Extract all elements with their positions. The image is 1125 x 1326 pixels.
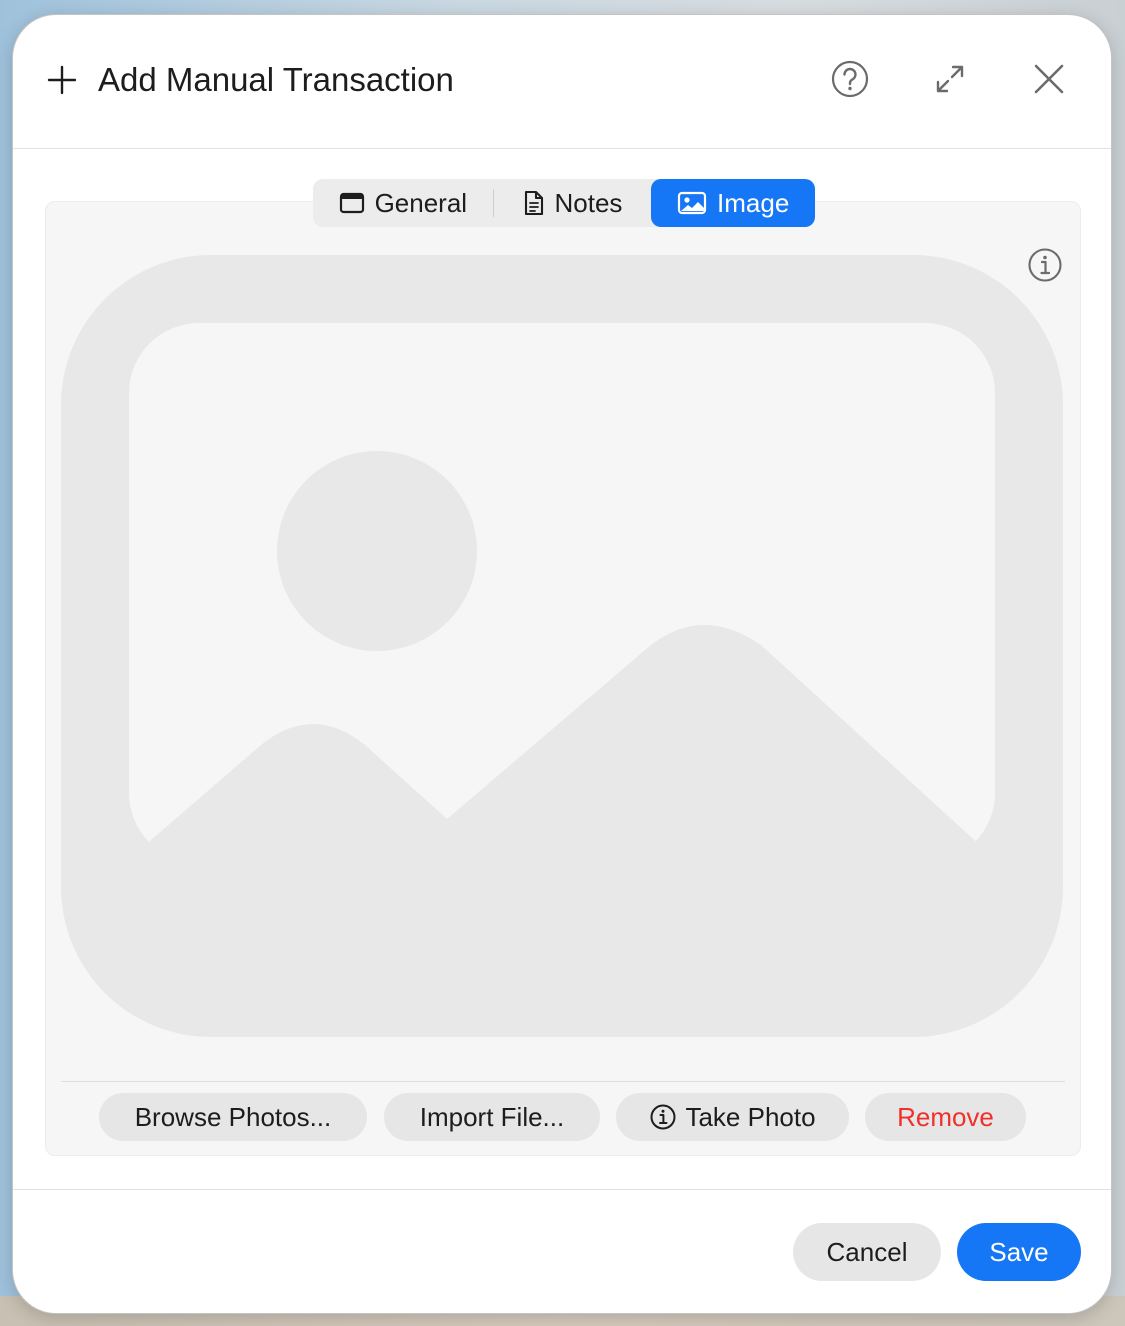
save-button[interactable]: Save [957,1223,1081,1281]
tab-image[interactable]: Image [651,179,815,227]
dialog-header: Add Manual Transaction [13,15,1111,149]
document-icon [523,190,545,216]
browse-photos-label: Browse Photos... [134,1101,332,1132]
expand-button[interactable] [928,59,972,103]
import-file-label: Import File... [419,1101,565,1132]
tab-notes-label: Notes [554,187,623,218]
info-circle-icon [649,1103,677,1131]
take-photo-button[interactable]: Take Photo [616,1093,849,1141]
browse-photos-button[interactable]: Browse Photos... [99,1093,367,1141]
image-placeholder-icon [61,255,1063,1037]
question-circle-icon [830,59,870,104]
tab-general[interactable]: General [313,179,493,227]
save-label: Save [989,1236,1049,1267]
cancel-label: Cancel [826,1236,908,1267]
add-transaction-dialog: Add Manual Transaction General Notes Ima… [12,14,1112,1314]
image-action-row: Browse Photos... Import File... Take Pho… [13,1093,1111,1141]
remove-label: Remove [897,1101,994,1132]
tab-bar: General Notes Image [313,179,815,227]
window-icon [339,191,365,215]
help-button[interactable] [828,59,872,103]
tab-notes[interactable]: Notes [494,179,652,227]
cancel-button[interactable]: Cancel [793,1223,941,1281]
photo-icon [677,191,707,215]
import-file-button[interactable]: Import File... [384,1093,600,1141]
panel-separator [61,1081,1065,1082]
footer-divider [13,1189,1111,1190]
close-icon [1032,62,1066,101]
dialog-title: Add Manual Transaction [98,61,454,98]
close-button[interactable] [1027,59,1071,103]
remove-button[interactable]: Remove [865,1093,1026,1141]
tab-image-label: Image [717,187,790,218]
plus-icon [47,65,77,95]
expand-arrows-icon [932,61,968,102]
tab-general-label: General [374,187,468,218]
take-photo-label: Take Photo [685,1101,816,1132]
